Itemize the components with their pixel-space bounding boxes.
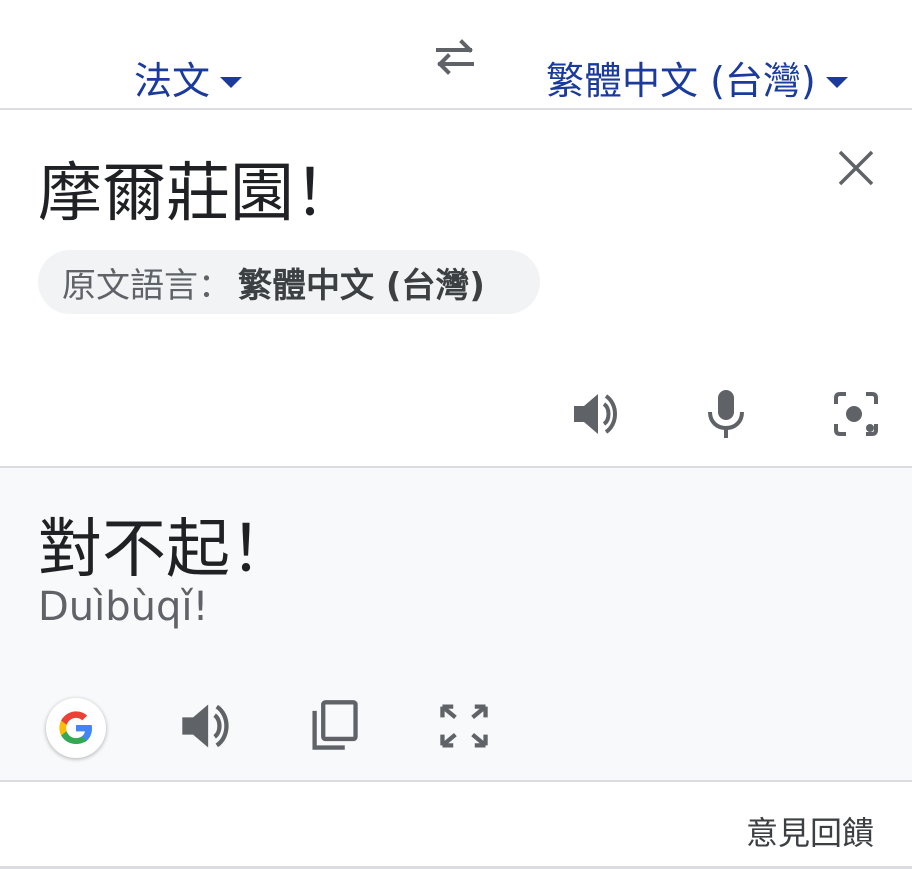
- translation-panel: 對不起！ Duìbùqǐ!: [0, 468, 912, 780]
- language-bar: 法文 繁體中文 (台灣): [0, 0, 912, 110]
- transliteration-text: Duìbùqǐ!: [38, 584, 209, 630]
- google-g-icon: [59, 711, 92, 744]
- source-language-label: 法文: [134, 59, 211, 103]
- camera-icon[interactable]: [830, 388, 882, 440]
- detected-language-chip[interactable]: 原文語言： 繁體中文 (台灣): [38, 250, 540, 314]
- speaker-icon[interactable]: [570, 388, 622, 440]
- fullscreen-icon[interactable]: [436, 698, 492, 754]
- close-icon[interactable]: [836, 148, 876, 188]
- swap-icon[interactable]: [430, 36, 480, 76]
- chevron-down-icon: [825, 77, 848, 88]
- chevron-down-icon: [220, 77, 243, 88]
- microphone-icon[interactable]: [700, 388, 752, 440]
- source-panel: 摩爾莊園！ 原文語言： 繁體中文 (台灣): [0, 110, 912, 468]
- source-language-selector[interactable]: 法文: [134, 50, 243, 105]
- detected-language-prefix: 原文語言：: [62, 265, 232, 306]
- target-language-label: 繁體中文 (台灣): [546, 59, 816, 103]
- copy-icon[interactable]: [306, 698, 362, 754]
- target-language-selector[interactable]: 繁體中文 (台灣): [546, 50, 848, 105]
- google-logo-icon[interactable]: [46, 698, 106, 758]
- footer: 意見回饋: [0, 780, 912, 869]
- detected-language-value: 繁體中文 (台灣): [238, 265, 485, 306]
- source-text-input[interactable]: 摩爾莊園！: [38, 142, 358, 234]
- feedback-link[interactable]: 意見回饋: [746, 808, 874, 854]
- translation-text: 對不起！: [38, 513, 294, 587]
- speaker-icon[interactable]: [178, 698, 234, 754]
